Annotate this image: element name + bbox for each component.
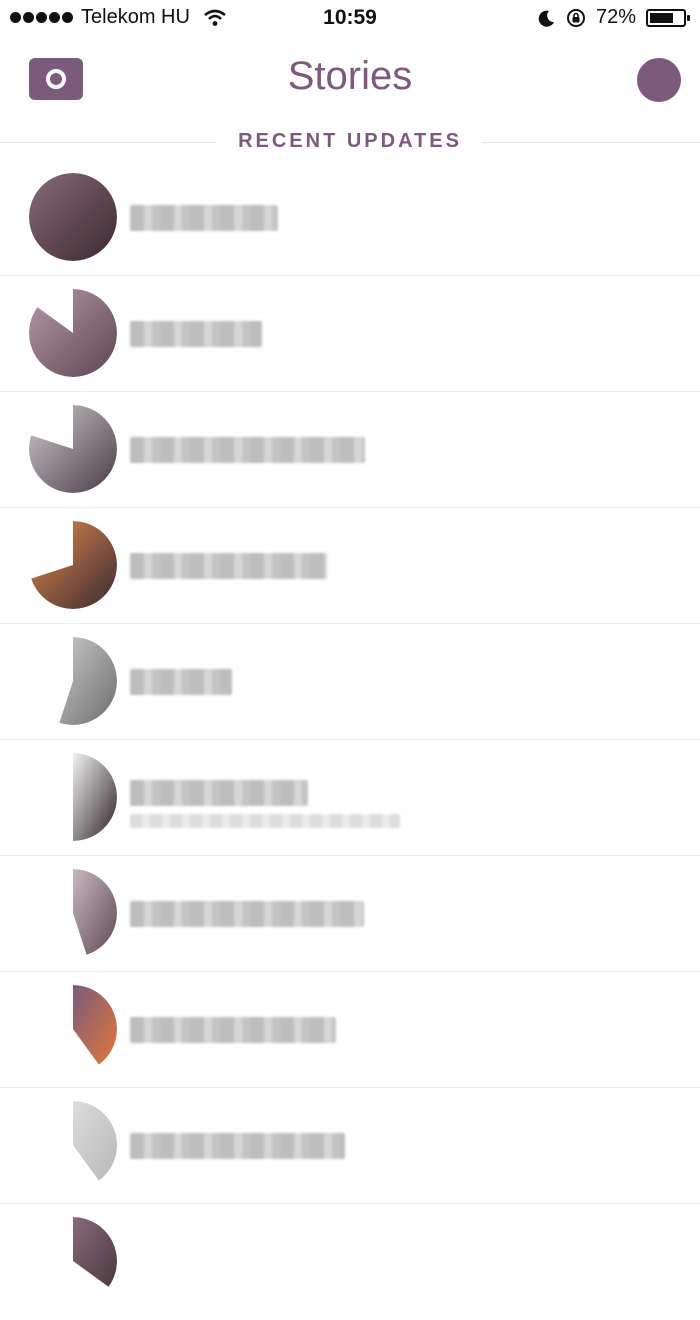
story-thumbnail[interactable] — [29, 289, 117, 377]
story-progress-pie — [73, 869, 117, 955]
story-thumbnail[interactable] — [29, 1217, 117, 1305]
story-thumbnail[interactable] — [29, 637, 117, 725]
story-progress-pie — [29, 289, 117, 377]
story-progress-pie — [59, 637, 117, 725]
moon-icon — [538, 10, 554, 27]
story-name-redacted — [130, 321, 262, 347]
story-row[interactable] — [0, 160, 700, 276]
story-name-redacted — [130, 1133, 345, 1159]
section-header: RECENT UPDATES — [0, 130, 700, 156]
story-name-redacted — [130, 553, 327, 579]
story-row[interactable] — [0, 740, 700, 856]
story-row[interactable] — [0, 1204, 700, 1320]
story-thumbnail[interactable] — [29, 1101, 117, 1189]
story-progress-pie — [31, 521, 117, 609]
story-thumbnail[interactable] — [29, 405, 117, 493]
rotation-lock-icon — [566, 8, 585, 27]
story-progress-pie — [29, 173, 117, 261]
story-progress-pie — [73, 1101, 117, 1181]
story-row[interactable] — [0, 1088, 700, 1204]
story-name-redacted — [130, 901, 364, 927]
story-name-redacted — [130, 669, 232, 695]
story-thumbnail[interactable] — [29, 985, 117, 1073]
story-name-redacted — [130, 437, 365, 463]
story-row[interactable] — [0, 392, 700, 508]
story-thumbnail[interactable] — [29, 753, 117, 841]
story-thumbnail[interactable] — [29, 173, 117, 261]
story-name-redacted — [130, 780, 308, 806]
story-thumbnail[interactable] — [29, 521, 117, 609]
story-row[interactable] — [0, 972, 700, 1088]
story-row[interactable] — [0, 624, 700, 740]
story-progress-pie — [29, 405, 117, 493]
story-name-redacted — [130, 1017, 336, 1043]
story-subtitle-redacted — [130, 814, 400, 828]
story-name-redacted — [130, 205, 278, 231]
battery-percent: 72% — [595, 6, 636, 28]
status-right: 72% — [538, 6, 690, 29]
story-row[interactable] — [0, 508, 700, 624]
story-progress-pie — [73, 1217, 117, 1287]
story-row[interactable] — [0, 276, 700, 392]
profile-button[interactable] — [637, 58, 681, 102]
story-progress-pie — [73, 985, 117, 1065]
story-row[interactable] — [0, 856, 700, 972]
story-thumbnail[interactable] — [29, 869, 117, 957]
page-title: Stories — [287, 54, 413, 98]
status-bar: Telekom HU 10:59 72% — [0, 0, 700, 40]
section-divider-right — [482, 142, 700, 143]
battery-icon — [646, 8, 690, 27]
story-progress-pie — [73, 753, 117, 841]
